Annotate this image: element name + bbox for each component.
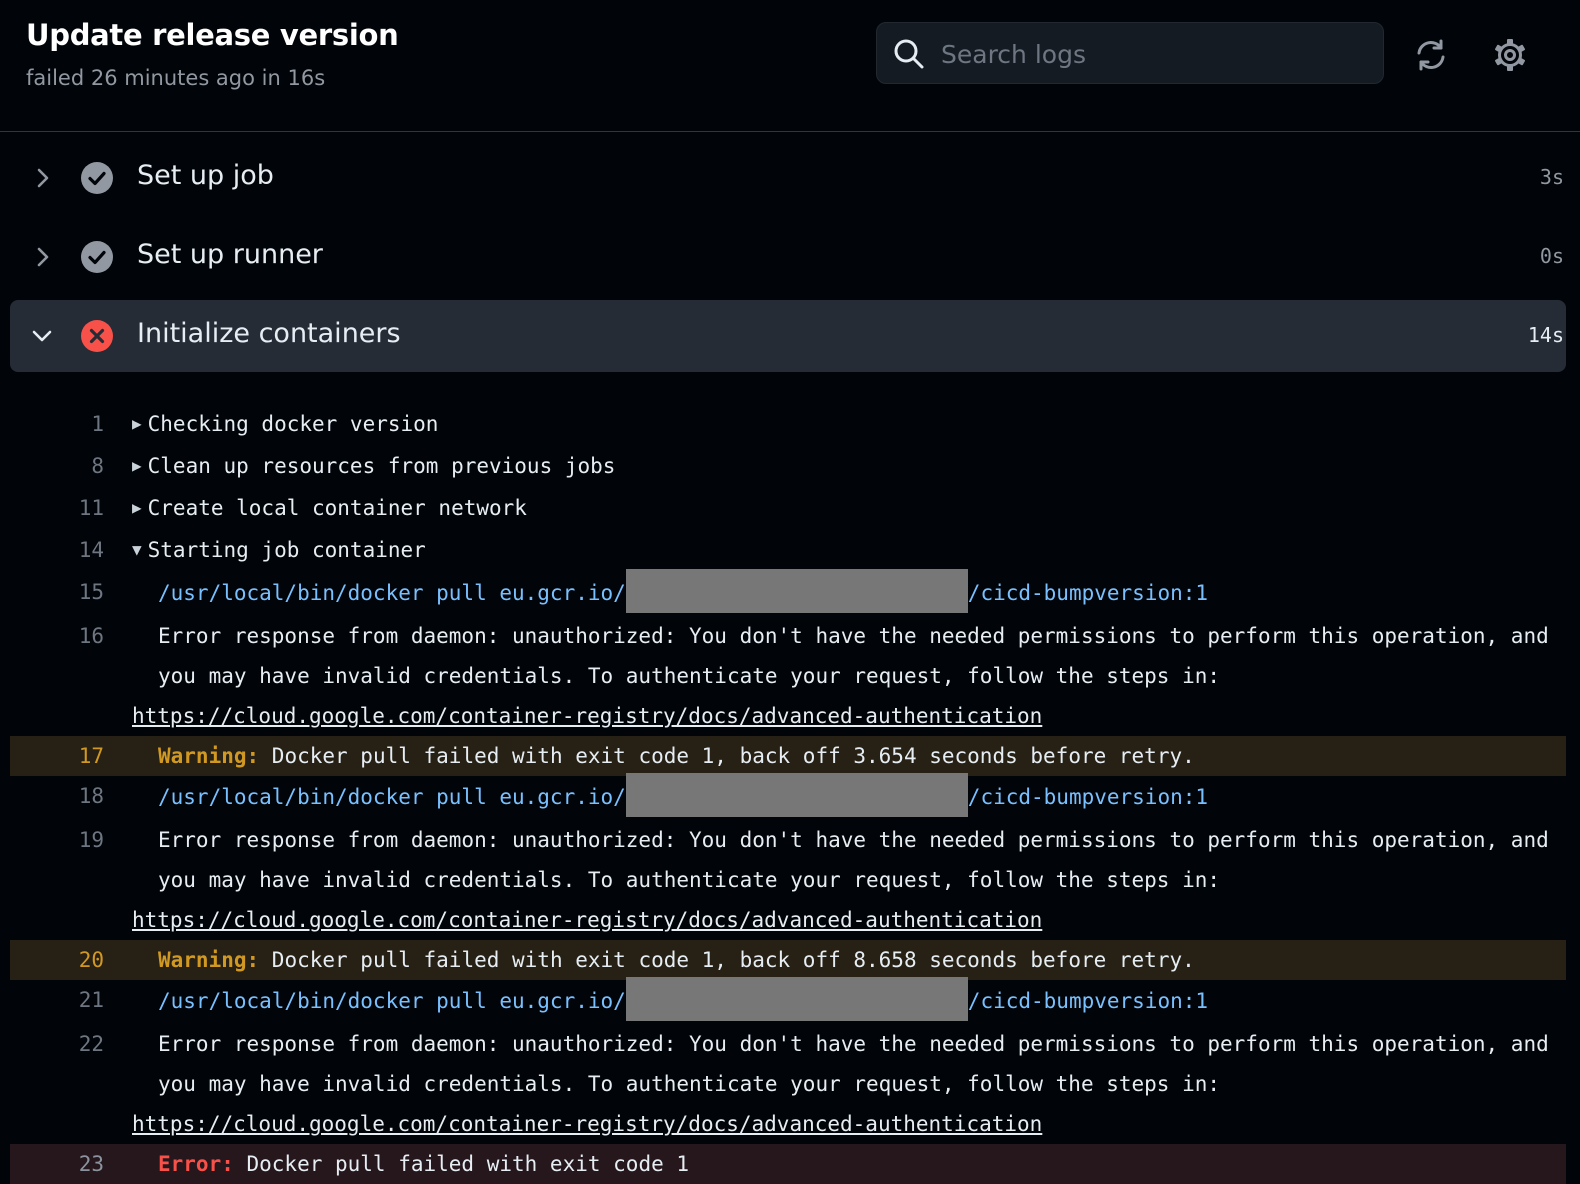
log-line: 18 /usr/local/bin/docker pull eu.gcr.io/… bbox=[10, 773, 1566, 820]
log-text: Docker pull failed with exit code 1, bac… bbox=[259, 948, 1195, 972]
line-number[interactable]: 14 bbox=[10, 530, 106, 572]
step-name: Initialize containers bbox=[137, 318, 401, 349]
job-header: Update release version failed 26 minutes… bbox=[0, 0, 1580, 132]
step-duration: 14s bbox=[1527, 323, 1564, 347]
job-steps: Set up job 3s Set up runner 0s Initializ… bbox=[0, 142, 1580, 379]
chevron-right-icon bbox=[37, 247, 49, 267]
step-duration: 3s bbox=[1539, 165, 1564, 189]
search-logs-input[interactable] bbox=[939, 33, 1373, 75]
log-line: 14 ▼ Starting job container bbox=[10, 530, 1566, 572]
line-number[interactable]: 16 bbox=[10, 616, 106, 736]
log-line: 19 Error response from daemon: unauthori… bbox=[10, 820, 1566, 940]
command-text: /cicd-bumpversion:1 bbox=[967, 581, 1209, 605]
line-number[interactable]: 23 bbox=[10, 1144, 106, 1184]
log-group-toggle[interactable]: ▶ Create local container network bbox=[106, 488, 1562, 530]
log-text: Error response from daemon: unauthorized… bbox=[158, 624, 1562, 688]
command-text: /cicd-bumpversion:1 bbox=[967, 989, 1209, 1013]
log-line: 15 /usr/local/bin/docker pull eu.gcr.io/… bbox=[10, 569, 1566, 616]
log-line: 16 Error response from daemon: unauthori… bbox=[10, 616, 1566, 736]
check-circle-icon bbox=[81, 241, 113, 273]
log-line: 8 ▶ Clean up resources from previous jobs bbox=[10, 446, 1566, 488]
line-number[interactable]: 11 bbox=[10, 488, 106, 530]
docs-link[interactable]: https://cloud.google.com/container-regis… bbox=[132, 696, 1566, 736]
line-number[interactable]: 19 bbox=[10, 820, 106, 940]
triangle-down-icon: ▼ bbox=[132, 540, 142, 559]
triangle-right-icon: ▶ bbox=[132, 498, 142, 517]
search-icon bbox=[894, 39, 924, 69]
line-number[interactable]: 1 bbox=[10, 404, 106, 446]
warning-label: Warning: bbox=[158, 744, 260, 768]
log-group-toggle[interactable]: ▼ Starting job container bbox=[106, 530, 1562, 572]
log-line: 11 ▶ Create local container network bbox=[10, 488, 1566, 530]
step-set-up-runner[interactable]: Set up runner 0s bbox=[10, 221, 1566, 293]
log-line-error: 23 Error: Docker pull failed with exit c… bbox=[10, 1144, 1566, 1184]
group-title: Checking docker version bbox=[147, 412, 439, 436]
warning-label: Warning: bbox=[158, 948, 260, 972]
step-log: 1 ▶ Checking docker version 8 ▶ Clean up r… bbox=[10, 404, 1566, 1184]
command-text: /usr/local/bin/docker pull eu.gcr.io/ bbox=[158, 785, 626, 809]
check-circle-icon bbox=[81, 162, 113, 194]
command-text: /usr/local/bin/docker pull eu.gcr.io/ bbox=[158, 581, 626, 605]
docs-link[interactable]: https://cloud.google.com/container-regis… bbox=[132, 1104, 1566, 1144]
line-number[interactable]: 22 bbox=[10, 1024, 106, 1144]
gear-icon[interactable] bbox=[1493, 38, 1527, 72]
group-title: Starting job container bbox=[147, 538, 426, 562]
job-title: Update release version bbox=[26, 18, 399, 52]
log-line: 22 Error response from daemon: unauthori… bbox=[10, 1024, 1566, 1144]
log-text: Docker pull failed with exit code 1, bac… bbox=[259, 744, 1195, 768]
log-text: Error response from daemon: unauthorized… bbox=[158, 828, 1562, 892]
group-title: Clean up resources from previous jobs bbox=[147, 454, 616, 478]
redacted-block bbox=[625, 569, 968, 613]
log-line: 1 ▶ Checking docker version bbox=[10, 404, 1566, 446]
line-number[interactable]: 8 bbox=[10, 446, 106, 488]
docs-link[interactable]: https://cloud.google.com/container-regis… bbox=[132, 900, 1566, 940]
step-duration: 0s bbox=[1539, 244, 1564, 268]
line-number[interactable]: 18 bbox=[10, 776, 106, 820]
redacted-block bbox=[625, 977, 968, 1021]
log-line-warning: 20 Warning: Docker pull failed with exit… bbox=[10, 940, 1566, 980]
triangle-right-icon: ▶ bbox=[132, 414, 142, 433]
group-title: Create local container network bbox=[147, 496, 527, 520]
refresh-icon[interactable] bbox=[1414, 38, 1448, 72]
log-text: Error response from daemon: unauthorized… bbox=[158, 1032, 1562, 1096]
chevron-right-icon bbox=[37, 168, 49, 188]
log-line: 21 /usr/local/bin/docker pull eu.gcr.io/… bbox=[10, 977, 1566, 1024]
command-text: /cicd-bumpversion:1 bbox=[967, 785, 1209, 809]
chevron-down-icon bbox=[32, 330, 52, 342]
command-text: /usr/local/bin/docker pull eu.gcr.io/ bbox=[158, 989, 626, 1013]
redacted-block bbox=[625, 773, 968, 817]
error-label: Error: bbox=[158, 1152, 234, 1176]
line-number[interactable]: 15 bbox=[10, 572, 106, 616]
job-status-summary: failed 26 minutes ago in 16s bbox=[26, 66, 326, 90]
search-logs-box[interactable] bbox=[876, 22, 1384, 84]
line-number[interactable]: 17 bbox=[10, 736, 106, 776]
step-name: Set up runner bbox=[137, 239, 323, 270]
x-circle-icon bbox=[81, 320, 113, 352]
line-number[interactable]: 21 bbox=[10, 980, 106, 1024]
step-initialize-containers[interactable]: Initialize containers 14s bbox=[10, 300, 1566, 372]
line-number[interactable]: 20 bbox=[10, 940, 106, 980]
log-line-warning: 17 Warning: Docker pull failed with exit… bbox=[10, 736, 1566, 776]
log-text: Docker pull failed with exit code 1 bbox=[233, 1152, 690, 1176]
log-group-toggle[interactable]: ▶ Clean up resources from previous jobs bbox=[106, 446, 1562, 488]
log-group-toggle[interactable]: ▶ Checking docker version bbox=[106, 404, 1562, 446]
triangle-right-icon: ▶ bbox=[132, 456, 142, 475]
step-name: Set up job bbox=[137, 160, 274, 191]
step-set-up-job[interactable]: Set up job 3s bbox=[10, 142, 1566, 214]
